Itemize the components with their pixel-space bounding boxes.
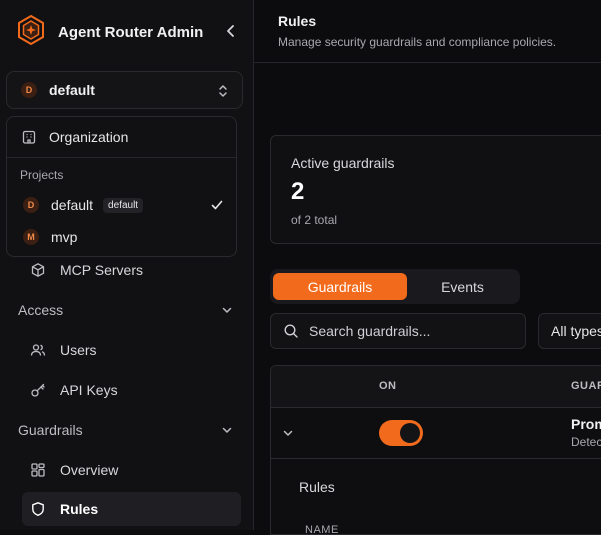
key-icon xyxy=(31,383,45,397)
search-input[interactable] xyxy=(307,322,511,340)
grid-icon xyxy=(31,463,45,477)
project-selector[interactable]: D default xyxy=(6,71,243,109)
users-icon xyxy=(30,344,46,356)
expanded-rules-label: Rules xyxy=(299,479,335,495)
project-avatar: D xyxy=(23,197,39,213)
stat-label: Active guardrails xyxy=(291,155,395,171)
brand: Agent Router Admin xyxy=(16,14,203,51)
page-subtitle: Manage security guardrails and complianc… xyxy=(278,35,557,49)
sidebar-section-guardrails[interactable]: Guardrails xyxy=(18,419,234,441)
sidebar-item-label: Overview xyxy=(60,462,119,478)
type-filter-select[interactable]: All types xyxy=(538,313,601,349)
sidebar-item-rules[interactable]: Rules xyxy=(22,492,241,526)
chevron-down-icon xyxy=(222,427,232,433)
organization-menu-item[interactable]: Organization xyxy=(7,117,236,158)
project-avatar: D xyxy=(21,82,37,98)
main-content: Rules Manage security guardrails and com… xyxy=(254,0,601,535)
cube-icon xyxy=(31,263,45,277)
page-title: Rules xyxy=(278,13,317,29)
type-filter-value: All types xyxy=(551,323,601,339)
project-option-name: mvp xyxy=(51,229,78,245)
project-option-name: default xyxy=(51,197,94,213)
hexagon-logo-icon xyxy=(16,14,46,51)
table-header: ON GUARDRAIL xyxy=(271,366,601,408)
table-row[interactable]: Prompt Detects xyxy=(271,408,601,459)
section-label: Guardrails xyxy=(18,422,83,438)
project-dropdown: Organization Projects D default default … xyxy=(6,116,237,257)
sidebar-item-overview[interactable]: Overview xyxy=(22,453,241,487)
section-label: Access xyxy=(18,302,64,318)
chevron-up-down-icon xyxy=(216,83,230,104)
guardrails-table: ON GUARDRAIL Prompt Detects Rules NAME xyxy=(270,365,601,535)
column-header-on: ON xyxy=(379,380,397,392)
tab-events[interactable]: Events xyxy=(410,273,515,300)
project-avatar: M xyxy=(23,229,39,245)
sidebar-item-label: MCP Servers xyxy=(60,262,143,278)
check-icon xyxy=(210,198,224,217)
chevron-down-icon xyxy=(222,307,232,313)
search-icon xyxy=(284,324,298,338)
active-guardrails-card: Active guardrails 2 of 2 total xyxy=(270,135,601,244)
sidebar-item-api-keys[interactable]: API Keys xyxy=(22,373,241,407)
chevron-left-icon[interactable] xyxy=(222,22,240,40)
page-header: Rules Manage security guardrails and com… xyxy=(254,0,601,63)
projects-heading: Projects xyxy=(20,168,64,182)
tab-guardrails[interactable]: Guardrails xyxy=(273,273,407,300)
default-badge: default xyxy=(103,197,144,213)
shield-icon xyxy=(32,502,44,516)
current-project-name: default xyxy=(49,82,95,98)
view-tabs: Guardrails Events xyxy=(270,269,520,304)
column-header-guardrail: GUARDRAIL xyxy=(571,380,601,392)
project-option-mvp[interactable]: M mvp xyxy=(7,223,236,251)
guardrail-name: Prompt xyxy=(571,416,601,432)
sidebar-item-label: Users xyxy=(60,342,97,358)
sidebar-item-mcp-servers[interactable]: MCP Servers xyxy=(22,253,241,287)
guardrail-description: Detects xyxy=(571,435,601,449)
sidebar-item-users[interactable]: Users xyxy=(22,333,241,367)
sidebar-section-access[interactable]: Access xyxy=(18,299,234,321)
building-icon xyxy=(22,130,36,144)
organization-label: Organization xyxy=(49,129,129,145)
project-option-default[interactable]: D default default xyxy=(7,191,236,219)
chevron-down-icon[interactable] xyxy=(281,426,295,445)
toggle-knob xyxy=(400,423,420,443)
sidebar: Agent Router Admin D default Organizatio… xyxy=(0,0,254,530)
app-title: Agent Router Admin xyxy=(58,24,204,41)
search-box xyxy=(270,313,526,349)
sidebar-item-label: Rules xyxy=(60,501,99,517)
guardrail-enabled-toggle[interactable] xyxy=(379,420,423,446)
stat-value: 2 xyxy=(291,178,305,205)
sidebar-item-label: API Keys xyxy=(60,382,118,398)
stat-subtext: of 2 total xyxy=(291,213,338,227)
